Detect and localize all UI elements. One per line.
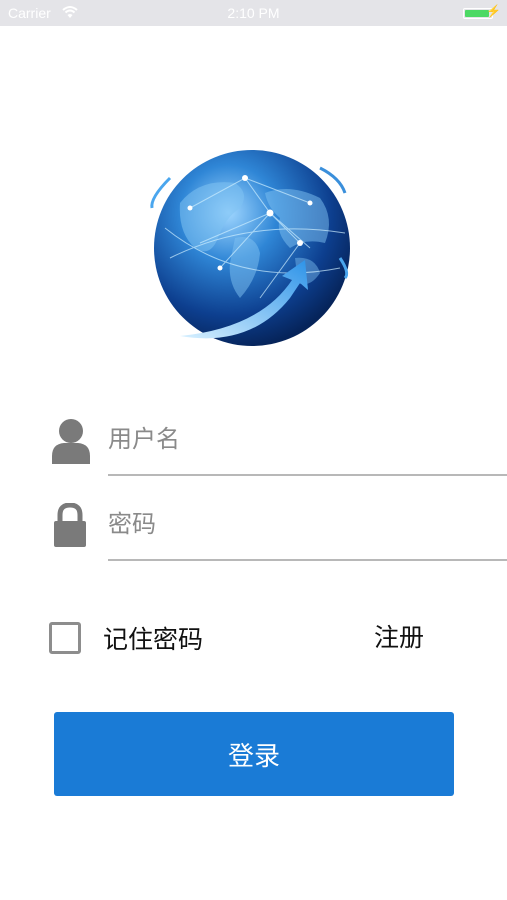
status-time: 2:10 PM [227,5,280,21]
remember-password-checkbox[interactable] [49,622,81,654]
user-icon [52,418,90,468]
password-underline [108,559,507,561]
remember-password-row[interactable]: 记住密码 [49,620,203,656]
username-underline [108,474,507,476]
password-input[interactable] [108,495,507,553]
status-bar: Carrier 2:10 PM ⚡ [0,0,507,26]
globe-icon [150,150,350,346]
username-field-row [48,410,507,480]
charging-icon: ⚡ [486,4,501,18]
globe-logo [140,148,360,358]
password-field-row [48,495,507,565]
login-button[interactable]: 登录 [54,712,454,796]
username-input[interactable] [108,410,507,468]
remember-password-label: 记住密码 [103,625,204,654]
register-link[interactable]: 注册 [374,620,424,656]
lock-icon [52,502,88,551]
